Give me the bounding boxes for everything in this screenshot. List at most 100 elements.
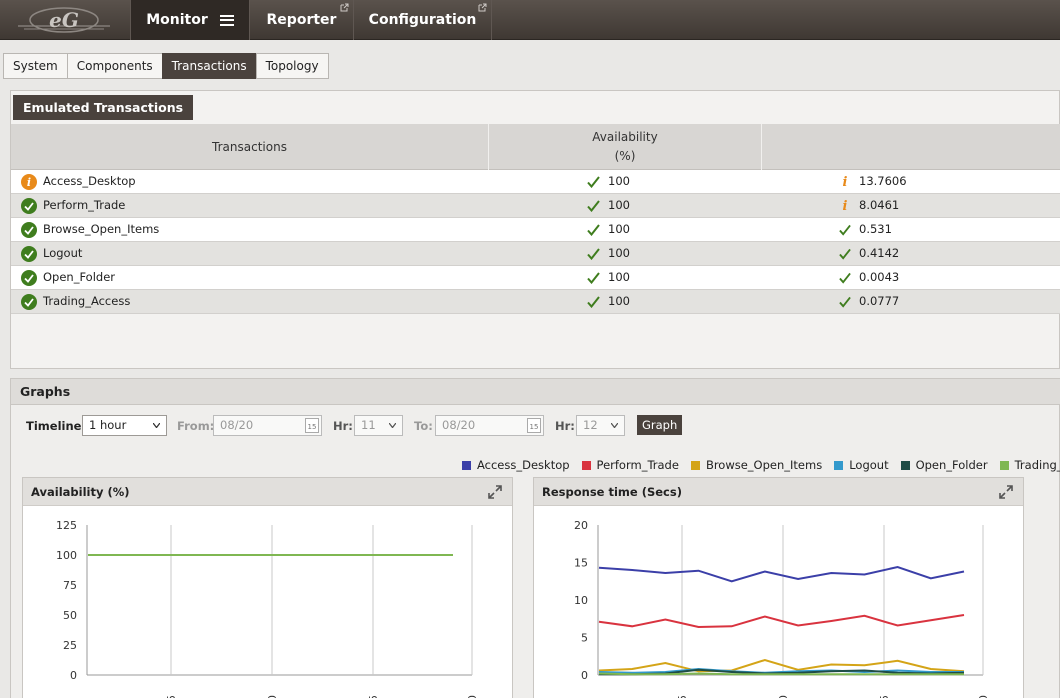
timeline-select[interactable]: 1 hour <box>82 415 167 436</box>
legend-item[interactable]: Perform_Trade <box>581 458 679 472</box>
emulated-transactions-panel: Emulated Transactions Transactions Avail… <box>10 90 1060 369</box>
legend-item[interactable]: Logout <box>834 458 889 472</box>
subtab-bar: System Components Transactions Topology <box>3 53 329 79</box>
response-time-value: 8.0461 <box>859 198 900 212</box>
response-time-value: 0.0777 <box>859 294 900 308</box>
legend-swatch <box>581 460 591 470</box>
tab-monitor[interactable]: Monitor <box>130 0 249 40</box>
hamburger-menu-icon[interactable] <box>219 14 234 26</box>
check-icon <box>587 272 600 287</box>
external-link-icon <box>478 3 487 12</box>
legend-swatch <box>999 460 1009 470</box>
col-response-time[interactable] <box>762 124 1060 170</box>
transaction-name[interactable]: Trading_Access <box>43 290 130 313</box>
series-line-trading-access[interactable] <box>598 672 964 676</box>
ok-status-icon <box>21 294 37 310</box>
graph-button[interactable]: Graph <box>637 415 683 435</box>
expand-icon[interactable] <box>488 485 502 499</box>
response-time-chart-title: Response time (Secs) <box>542 485 682 499</box>
legend-swatch <box>900 460 910 470</box>
legend-item[interactable]: Access_Desktop <box>462 458 570 472</box>
chevron-down-icon <box>389 423 396 428</box>
subtab-system[interactable]: System <box>3 53 68 79</box>
response-time-value: 0.4142 <box>859 246 900 260</box>
eg-logo[interactable]: eG <box>0 0 128 40</box>
table-row[interactable]: Browse_Open_Items 100 0.531 <box>11 218 1060 242</box>
expand-icon[interactable] <box>999 485 1013 499</box>
transaction-name[interactable]: Browse_Open_Items <box>43 218 159 241</box>
transactions-table-header: Transactions Availability (%) <box>11 124 1060 170</box>
legend-swatch <box>690 460 700 470</box>
tab-monitor-label: Monitor <box>146 12 208 28</box>
availability-chart-title: Availability (%) <box>31 485 130 499</box>
table-row[interactable]: Logout 100 0.4142 <box>11 242 1060 266</box>
table-row[interactable]: Open_Folder 100 0.0043 <box>11 266 1060 290</box>
col-availability-label: Availability <box>592 130 658 144</box>
check-icon <box>587 296 600 311</box>
from-hour-select[interactable]: 11 <box>354 415 403 436</box>
subtab-components[interactable]: Components <box>66 53 163 79</box>
check-icon <box>587 176 600 191</box>
table-row[interactable]: i Access_Desktop 100 i 13.7606 <box>11 170 1060 194</box>
y-tick-label: 100 <box>56 549 77 562</box>
col-availability-unit: (%) <box>614 149 636 163</box>
availability-value: 100 <box>608 174 630 188</box>
table-row[interactable]: Perform_Trade 100 i 8.0461 <box>11 194 1060 218</box>
graphs-panel: Graphs Timeline: 1 hour From: 08/20 15 H… <box>10 378 1060 698</box>
subtab-transactions[interactable]: Transactions <box>161 53 257 79</box>
y-tick-label: 5 <box>581 632 588 645</box>
response-time-chart-header: Response time (Secs) <box>534 478 1023 506</box>
legend-item[interactable]: Browse_Open_Items <box>690 458 822 472</box>
to-hour-select[interactable]: 12 <box>576 415 625 436</box>
chart-legend: Access_Desktop Perform_Trade Browse_Open_I… <box>462 458 1060 472</box>
col-transactions[interactable]: Transactions <box>11 124 489 170</box>
check-icon <box>587 200 600 215</box>
chevron-down-icon <box>153 423 160 428</box>
response-time-value: 13.7606 <box>859 174 907 188</box>
tab-reporter-label: Reporter <box>266 12 337 28</box>
legend-label: Perform_Trade <box>596 458 679 472</box>
y-tick-label: 50 <box>63 609 77 622</box>
response-time-plot: 4500153005101520 <box>574 519 990 698</box>
transaction-name[interactable]: Access_Desktop <box>43 170 136 193</box>
tab-configuration-label: Configuration <box>368 12 477 28</box>
tab-reporter[interactable]: Reporter <box>249 0 353 40</box>
series-line-perform-trade[interactable] <box>598 614 965 629</box>
to-date-input[interactable]: 08/20 15 <box>435 415 544 436</box>
calendar-icon[interactable]: 15 <box>305 418 319 433</box>
from-date-value: 08/20 <box>220 418 254 432</box>
transaction-name[interactable]: Logout <box>43 242 82 265</box>
to-label: To: <box>414 419 433 433</box>
to-hr-label: Hr: <box>555 419 575 433</box>
y-tick-label: 125 <box>56 519 77 532</box>
availability-plot: 450015300255075100125 <box>56 519 479 698</box>
to-date-value: 08/20 <box>442 418 476 432</box>
y-tick-label: 0 <box>70 669 77 682</box>
availability-value: 100 <box>608 246 630 260</box>
series-line-access-desktop[interactable] <box>598 565 965 583</box>
availability-value: 100 <box>608 294 630 308</box>
legend-item[interactable]: Open_Folder <box>900 458 988 472</box>
from-date-input[interactable]: 08/20 15 <box>213 415 322 436</box>
check-icon <box>839 295 851 309</box>
transaction-name[interactable]: Open_Folder <box>43 266 115 289</box>
col-availability[interactable]: Availability (%) <box>489 124 762 170</box>
table-row[interactable]: Trading_Access 100 0.0777 <box>11 290 1060 314</box>
subtab-topology[interactable]: Topology <box>255 53 329 79</box>
check-icon <box>587 248 600 263</box>
transaction-name[interactable]: Perform_Trade <box>43 194 125 217</box>
graphs-title: Graphs <box>20 384 71 399</box>
legend-label: Access_Desktop <box>477 458 570 472</box>
y-tick-label: 25 <box>63 639 77 652</box>
calendar-icon[interactable]: 15 <box>527 418 541 433</box>
tab-configuration[interactable]: Configuration <box>353 0 492 40</box>
legend-label: Logout <box>849 458 889 472</box>
from-label: From: <box>177 419 215 433</box>
legend-label: Open_Folder <box>915 458 988 472</box>
legend-swatch <box>462 460 471 470</box>
series-line-browse-open-items[interactable] <box>598 658 965 673</box>
svg-text:eG: eG <box>49 8 79 32</box>
availability-value: 100 <box>608 270 630 284</box>
top-navigation-bar: eG Monitor Reporter Configuration <box>0 0 1060 40</box>
legend-item[interactable]: Trading_Access <box>999 458 1060 472</box>
